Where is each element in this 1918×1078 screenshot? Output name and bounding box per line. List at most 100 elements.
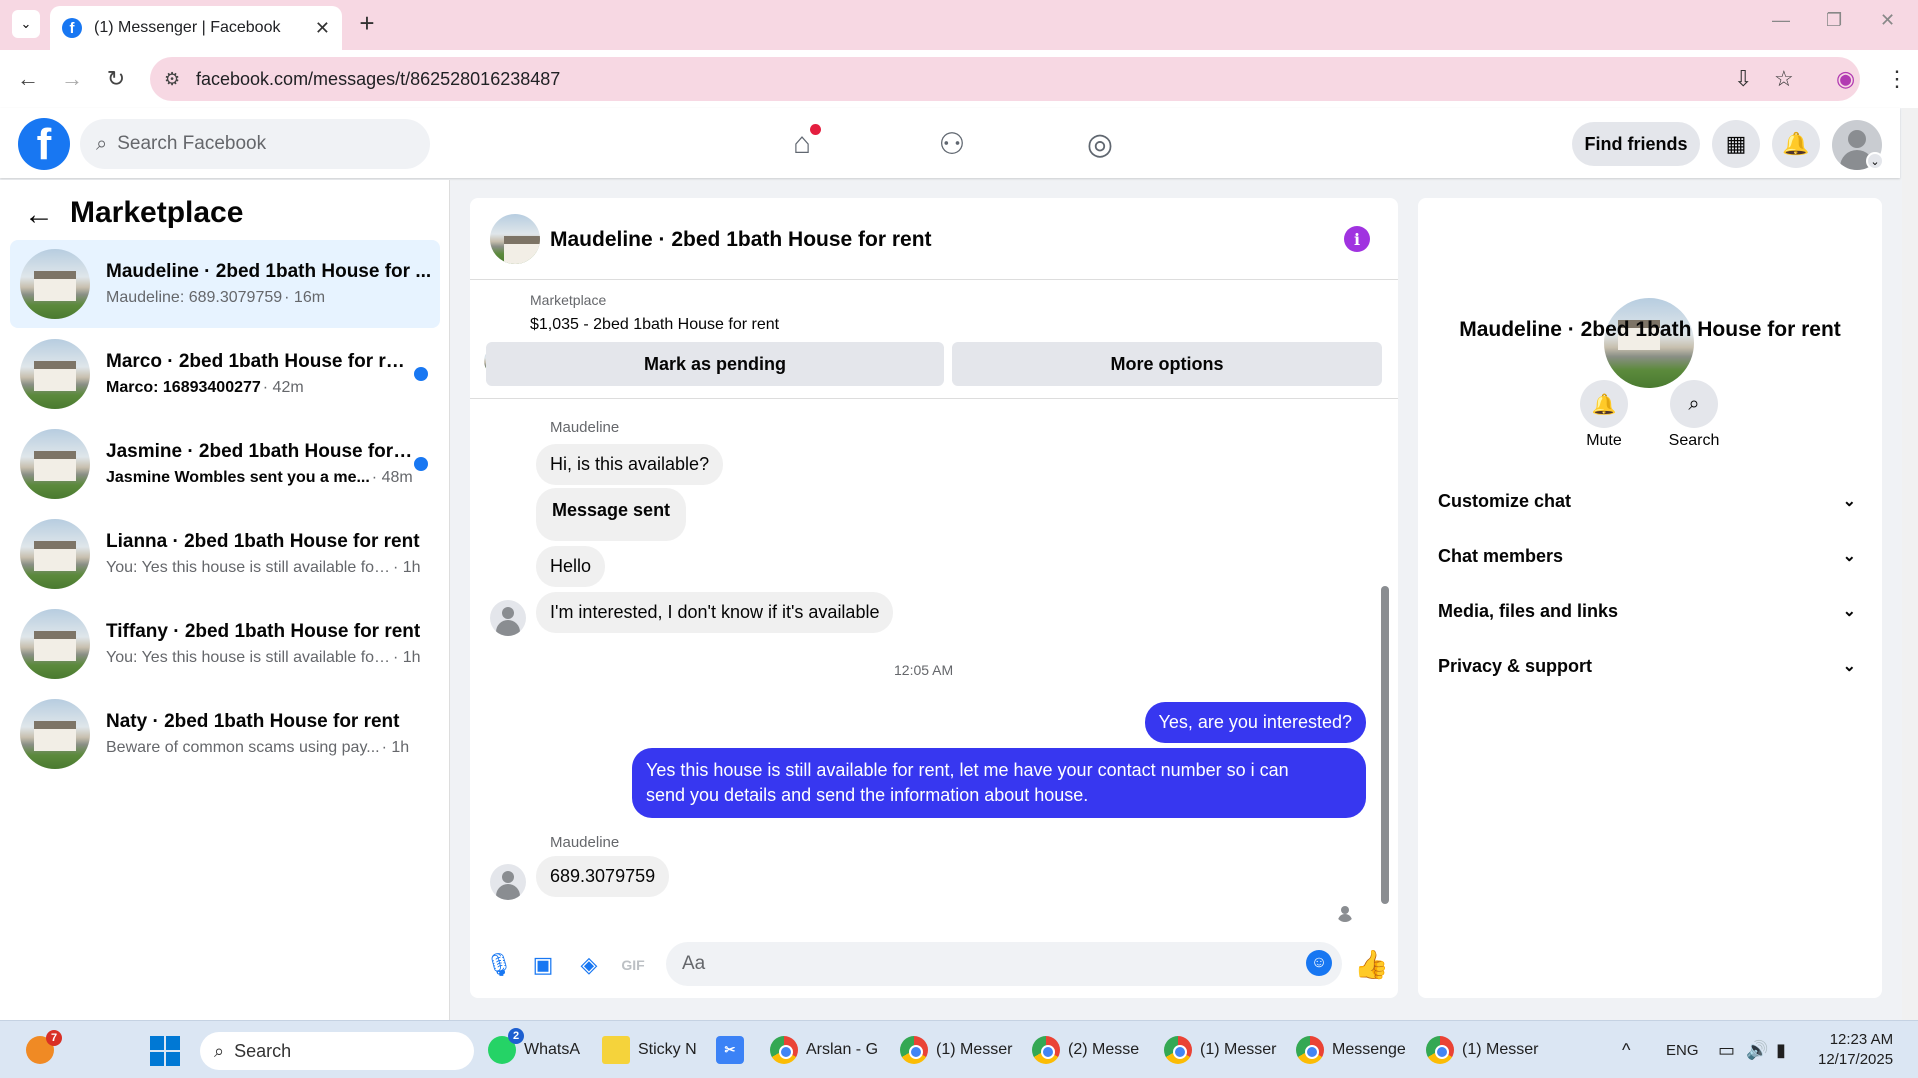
section-label: Privacy & support (1438, 655, 1593, 676)
incoming-message[interactable]: Hi, is this available? (536, 444, 724, 485)
close-window-icon[interactable]: ✕ (1880, 10, 1895, 31)
bookmark-star-icon[interactable]: ☆ (1774, 66, 1794, 92)
site-settings-icon[interactable]: ⚙ (164, 69, 180, 90)
browser-profile-icon[interactable]: ◉ (1836, 66, 1855, 92)
search-icon[interactable]: ⌕ (1670, 380, 1718, 428)
network-icon[interactable]: ▭ (1718, 1030, 1735, 1070)
back-icon[interactable]: ← (12, 63, 44, 95)
whatsapp-badge: 2 (508, 1028, 524, 1044)
conversation-preview: Jasmine Wombles sent you a me... (106, 469, 370, 486)
friends-icon[interactable]: ⚇ (932, 124, 972, 164)
address-bar[interactable]: ⚙ facebook.com/messages/t/86252801623848… (150, 57, 1860, 101)
outgoing-message[interactable]: Yes this house is still available for re… (632, 748, 1366, 818)
mark-pending-button[interactable]: Mark as pending (486, 342, 944, 386)
page-scrollbar[interactable] (1902, 108, 1918, 1020)
menu-grid-icon[interactable]: ▦ (1712, 120, 1760, 168)
chat-scrollbar[interactable] (1380, 406, 1390, 916)
chat-title[interactable]: Maudeline · 2bed 1bath House for rent (550, 228, 932, 252)
reload-icon[interactable]: ↻ (100, 63, 132, 95)
chat-members-section[interactable]: Chat members ⌄ (1438, 536, 1862, 576)
forward-icon[interactable]: → (56, 63, 88, 95)
privacy-support-section[interactable]: Privacy & support ⌄ (1438, 646, 1862, 686)
incoming-message[interactable]: 689.3079759 (536, 856, 670, 897)
section-label: Customize chat (1438, 490, 1572, 511)
incoming-message[interactable]: Hello (536, 546, 606, 587)
system-clock[interactable]: 12:23 AM 12/17/2025 (1818, 1030, 1893, 1070)
taskbar-app-snipping[interactable]: ✂ (716, 1030, 752, 1070)
account-chevron-icon[interactable]: ⌄ (1866, 152, 1884, 170)
sticker-icon[interactable]: ◈ (574, 950, 604, 980)
taskbar-app-chrome[interactable]: (1) Messer (1426, 1030, 1538, 1070)
chrome-icon (1296, 1036, 1324, 1064)
message-placeholder: Aa (682, 953, 706, 974)
tab-search-icon[interactable]: ⌄ (12, 10, 40, 38)
taskbar-app-whatsapp[interactable]: 2 WhatsA (488, 1028, 580, 1070)
taskbar-app-chrome[interactable]: Messenge (1296, 1030, 1406, 1070)
gif-icon[interactable]: GIF (618, 950, 648, 980)
taskbar-search[interactable]: ⌕ Search (200, 1032, 474, 1070)
snipping-tool-icon: ✂ (716, 1036, 744, 1064)
conversation-item[interactable]: Maudeline · 2bed 1bath House for ... Mau… (10, 240, 440, 328)
chat-info-avatar[interactable] (1604, 298, 1694, 388)
taskbar-app-label: (2) Messe (1068, 1041, 1140, 1058)
conversation-time: · 1h (381, 739, 410, 756)
browser-tab[interactable]: f (1) Messenger | Facebook ✕ (50, 6, 342, 50)
weather-widget[interactable]: 7 (26, 1030, 62, 1070)
incoming-message[interactable]: Message sent (536, 488, 687, 541)
attach-photo-icon[interactable]: ▣ (528, 950, 558, 980)
incoming-message[interactable]: I'm interested, I don't know if it's ava… (536, 592, 894, 633)
conversation-preview: Beware of common scams using pay... (106, 739, 380, 756)
notifications-bell-icon[interactable]: 🔔 (1772, 120, 1820, 168)
tab-title: (1) Messenger | Facebook (94, 19, 281, 36)
taskbar-app-chrome[interactable]: (2) Messe (1032, 1030, 1139, 1070)
taskbar-app-label: Sticky N (638, 1041, 697, 1058)
show-hidden-icons-chevron-icon[interactable]: ^ (1622, 1030, 1630, 1070)
conversation-name: Jasmine · 2bed 1bath House for r... (106, 441, 414, 462)
conversation-item[interactable]: Tiffany · 2bed 1bath House for rent You:… (10, 600, 440, 688)
section-label: Media, files and links (1438, 600, 1619, 621)
conversation-item[interactable]: Marco · 2bed 1bath House for rent Marco:… (10, 330, 440, 418)
language-indicator[interactable]: ENG (1666, 1030, 1699, 1070)
taskbar-app-sticky[interactable]: Sticky N (602, 1030, 697, 1070)
browser-menu-icon[interactable]: ⋮ (1886, 66, 1908, 92)
volume-icon[interactable]: 🔊 (1746, 1030, 1768, 1070)
taskbar-app-chrome[interactable]: Arslan - G (770, 1030, 878, 1070)
facebook-search-input[interactable]: ⌕ Search Facebook (80, 119, 430, 169)
customize-chat-section[interactable]: Customize chat ⌄ (1438, 481, 1862, 521)
chevron-down-icon: ⌄ (1842, 603, 1856, 620)
conversation-item[interactable]: Lianna · 2bed 1bath House for rent You: … (10, 510, 440, 598)
media-files-section[interactable]: Media, files and links ⌄ (1438, 591, 1862, 631)
new-tab-icon[interactable]: + (352, 8, 382, 38)
listing-label: Marketplace (530, 292, 607, 308)
conversation-name: Lianna · 2bed 1bath House for rent (106, 531, 420, 552)
chrome-icon (770, 1036, 798, 1064)
restore-icon[interactable]: ❐ (1826, 10, 1842, 31)
mute-bell-icon[interactable]: 🔔 (1580, 380, 1628, 428)
install-app-icon[interactable]: ⇩ (1734, 66, 1752, 92)
more-options-button[interactable]: More options (952, 342, 1382, 386)
groups-icon[interactable]: ◎ (1080, 124, 1120, 164)
windows-start-icon[interactable] (150, 1036, 180, 1066)
outgoing-message[interactable]: Yes, are you interested? (1144, 702, 1366, 743)
emoji-icon[interactable]: ☺ (1306, 950, 1332, 976)
battery-icon[interactable]: ▮ (1776, 1030, 1786, 1070)
message-input[interactable]: Aa (666, 942, 1342, 986)
chat-avatar[interactable] (490, 214, 540, 264)
info-icon[interactable]: i (1344, 226, 1370, 252)
facebook-favicon-icon: f (62, 18, 82, 38)
taskbar-app-chrome[interactable]: (1) Messer (1164, 1030, 1276, 1070)
conversation-item[interactable]: Naty · 2bed 1bath House for rent Beware … (10, 690, 440, 778)
sender-avatar[interactable] (490, 864, 526, 900)
listing-price[interactable]: $1,035 - 2bed 1bath House for rent (530, 316, 779, 334)
back-arrow-icon[interactable]: ← (24, 198, 54, 232)
thumbs-up-icon[interactable]: 👍 (1354, 948, 1389, 981)
find-friends-button[interactable]: Find friends (1572, 122, 1700, 166)
sender-avatar[interactable] (490, 600, 526, 636)
taskbar-app-chrome[interactable]: (1) Messer (900, 1030, 1012, 1070)
microphone-icon[interactable]: 🎙 (484, 950, 514, 980)
conversation-item[interactable]: Jasmine · 2bed 1bath House for r... Jasm… (10, 420, 440, 508)
facebook-logo-icon[interactable]: f (18, 118, 70, 170)
close-tab-icon[interactable]: ✕ (315, 18, 330, 39)
minimize-icon[interactable]: — (1772, 10, 1790, 31)
chevron-down-icon: ⌄ (1842, 548, 1856, 565)
